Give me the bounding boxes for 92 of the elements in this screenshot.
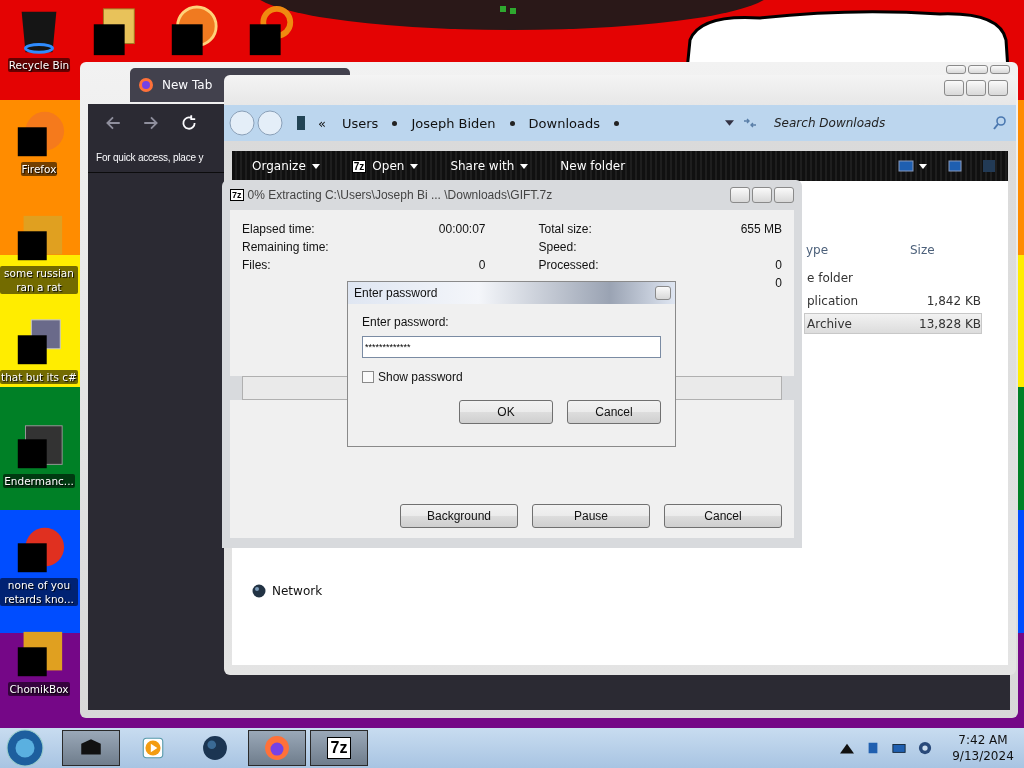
- minimize-button[interactable]: [944, 80, 964, 96]
- file-type: e folder: [806, 270, 855, 285]
- password-field[interactable]: *************: [362, 336, 661, 358]
- dialog-button[interactable]: Pause: [532, 504, 650, 528]
- show-hidden-icons-icon[interactable]: [840, 741, 854, 755]
- clock-date: 9/13/2024: [952, 748, 1014, 764]
- dialog-button[interactable]: Background: [400, 504, 518, 528]
- bookmarks-hint: For quick access, place y: [96, 151, 204, 163]
- fox-logo-icon: [264, 735, 290, 761]
- desktop-icon-label: that but its c#: [0, 370, 78, 384]
- toolbar-button[interactable]: Share with: [442, 154, 537, 178]
- seven-zip-logo: 7z: [326, 737, 352, 759]
- seven-zip-logo: 7z: [351, 159, 367, 173]
- desktop-icon-label: Endermanc...: [3, 474, 75, 488]
- window-title: 0% Extracting C:\Users\Joseph Bi ... \Downloads\GIFT.7z: [247, 188, 553, 202]
- taskbar-button[interactable]: 7z: [310, 730, 368, 766]
- caret-icon: [520, 163, 529, 169]
- desktop-icon-label: ChomikBox: [8, 682, 70, 696]
- breadcrumb-item[interactable]: Users: [337, 115, 383, 131]
- stat-value: 655 MB: [740, 222, 782, 236]
- stat-value: 00:00:07: [438, 222, 486, 236]
- desktop-icon-label: none of you retards kno...: [0, 578, 78, 606]
- close-button[interactable]: [988, 80, 1008, 96]
- desktop-icon-label: Recycle Bin: [7, 58, 71, 72]
- stat-value: 0: [478, 258, 486, 272]
- forward-arrow-icon[interactable]: [142, 114, 160, 132]
- file-row[interactable]: e folder: [804, 267, 982, 288]
- stat-value: 0: [775, 258, 782, 272]
- close-button[interactable]: [990, 65, 1010, 74]
- column-header[interactable]: Size: [910, 243, 986, 257]
- column-header[interactable]: ype: [804, 243, 910, 257]
- caret-icon: [410, 163, 419, 169]
- minimize-button[interactable]: [946, 65, 966, 74]
- stat-label: Elapsed time:: [242, 222, 315, 236]
- globe-icon: [202, 735, 228, 761]
- file-size: 1,842 KB: [925, 293, 981, 308]
- taskbar-button[interactable]: [248, 730, 306, 766]
- preview-pane-icon[interactable]: [948, 159, 962, 173]
- speaker-icon[interactable]: [918, 741, 932, 755]
- breadcrumb-separator-icon[interactable]: [392, 120, 398, 126]
- dialog-button[interactable]: Cancel: [664, 504, 782, 528]
- minimize-button[interactable]: [730, 187, 750, 203]
- file-row[interactable]: plication 1,842 KB: [804, 290, 982, 311]
- close-button[interactable]: [774, 187, 794, 203]
- search-field[interactable]: Search Downloads: [772, 115, 992, 131]
- checkbox[interactable]: [362, 371, 374, 383]
- maximize-button[interactable]: [966, 80, 986, 96]
- dialog-button[interactable]: OK: [459, 400, 553, 424]
- globe-icon: [252, 584, 266, 598]
- view-icon[interactable]: [898, 159, 928, 173]
- play-icon: [140, 735, 166, 761]
- file-size: 13,828 KB: [918, 316, 981, 331]
- breadcrumb-separator-icon[interactable]: [509, 120, 515, 126]
- toolbar-button[interactable]: New folder: [552, 154, 634, 178]
- breadcrumb-overflow[interactable]: «: [314, 115, 330, 131]
- stat-label: Total size:: [538, 222, 592, 236]
- close-button[interactable]: [655, 286, 671, 300]
- field-label: Enter password:: [362, 315, 450, 330]
- monitor-icon[interactable]: [892, 741, 906, 755]
- file-type: Archive: [806, 316, 853, 331]
- desktop-icon-label: some russian ran a rat: [0, 266, 78, 294]
- fox-logo-icon: [138, 77, 154, 93]
- toolbar-button[interactable]: Organize: [244, 154, 328, 178]
- stat-label: Files:: [242, 258, 271, 272]
- stat-label: Speed:: [538, 240, 577, 254]
- start-button[interactable]: [6, 729, 44, 767]
- breadcrumb-item[interactable]: Joseph Biden: [407, 115, 500, 131]
- dialog-button[interactable]: Cancel: [567, 400, 661, 424]
- file-row[interactable]: Archive 13,828 KB: [804, 313, 982, 334]
- stat-label: Remaining time:: [242, 240, 329, 254]
- clock-time: 7:42 AM: [958, 732, 1008, 748]
- taskbar-button[interactable]: [62, 730, 120, 766]
- reload-icon[interactable]: [180, 114, 198, 132]
- back-arrow-icon[interactable]: [104, 114, 122, 132]
- file-type: plication: [806, 293, 860, 308]
- caret-icon: [311, 163, 320, 169]
- caret-icon[interactable]: [725, 120, 734, 126]
- stat-label: Processed:: [538, 258, 599, 272]
- stat-value: 0: [775, 276, 782, 290]
- desktop-icon-label: Firefox: [20, 162, 58, 176]
- breadcrumb-item[interactable]: Downloads: [524, 115, 604, 131]
- breadcrumb-separator-icon[interactable]: [614, 120, 619, 126]
- nav-item[interactable]: Network: [252, 584, 323, 598]
- dialog-title: Enter password: [354, 286, 438, 300]
- maximize-button[interactable]: [968, 65, 988, 74]
- checkbox-label: Show password: [378, 370, 463, 384]
- maximize-button[interactable]: [752, 187, 772, 203]
- seven-zip-logo: 7z: [230, 189, 244, 201]
- toolbar-button[interactable]: 7z Open: [343, 154, 427, 178]
- search-icon: [992, 115, 1008, 131]
- computer-icon: [296, 115, 306, 131]
- clock[interactable]: 7:42 AM 9/13/2024: [948, 732, 1018, 764]
